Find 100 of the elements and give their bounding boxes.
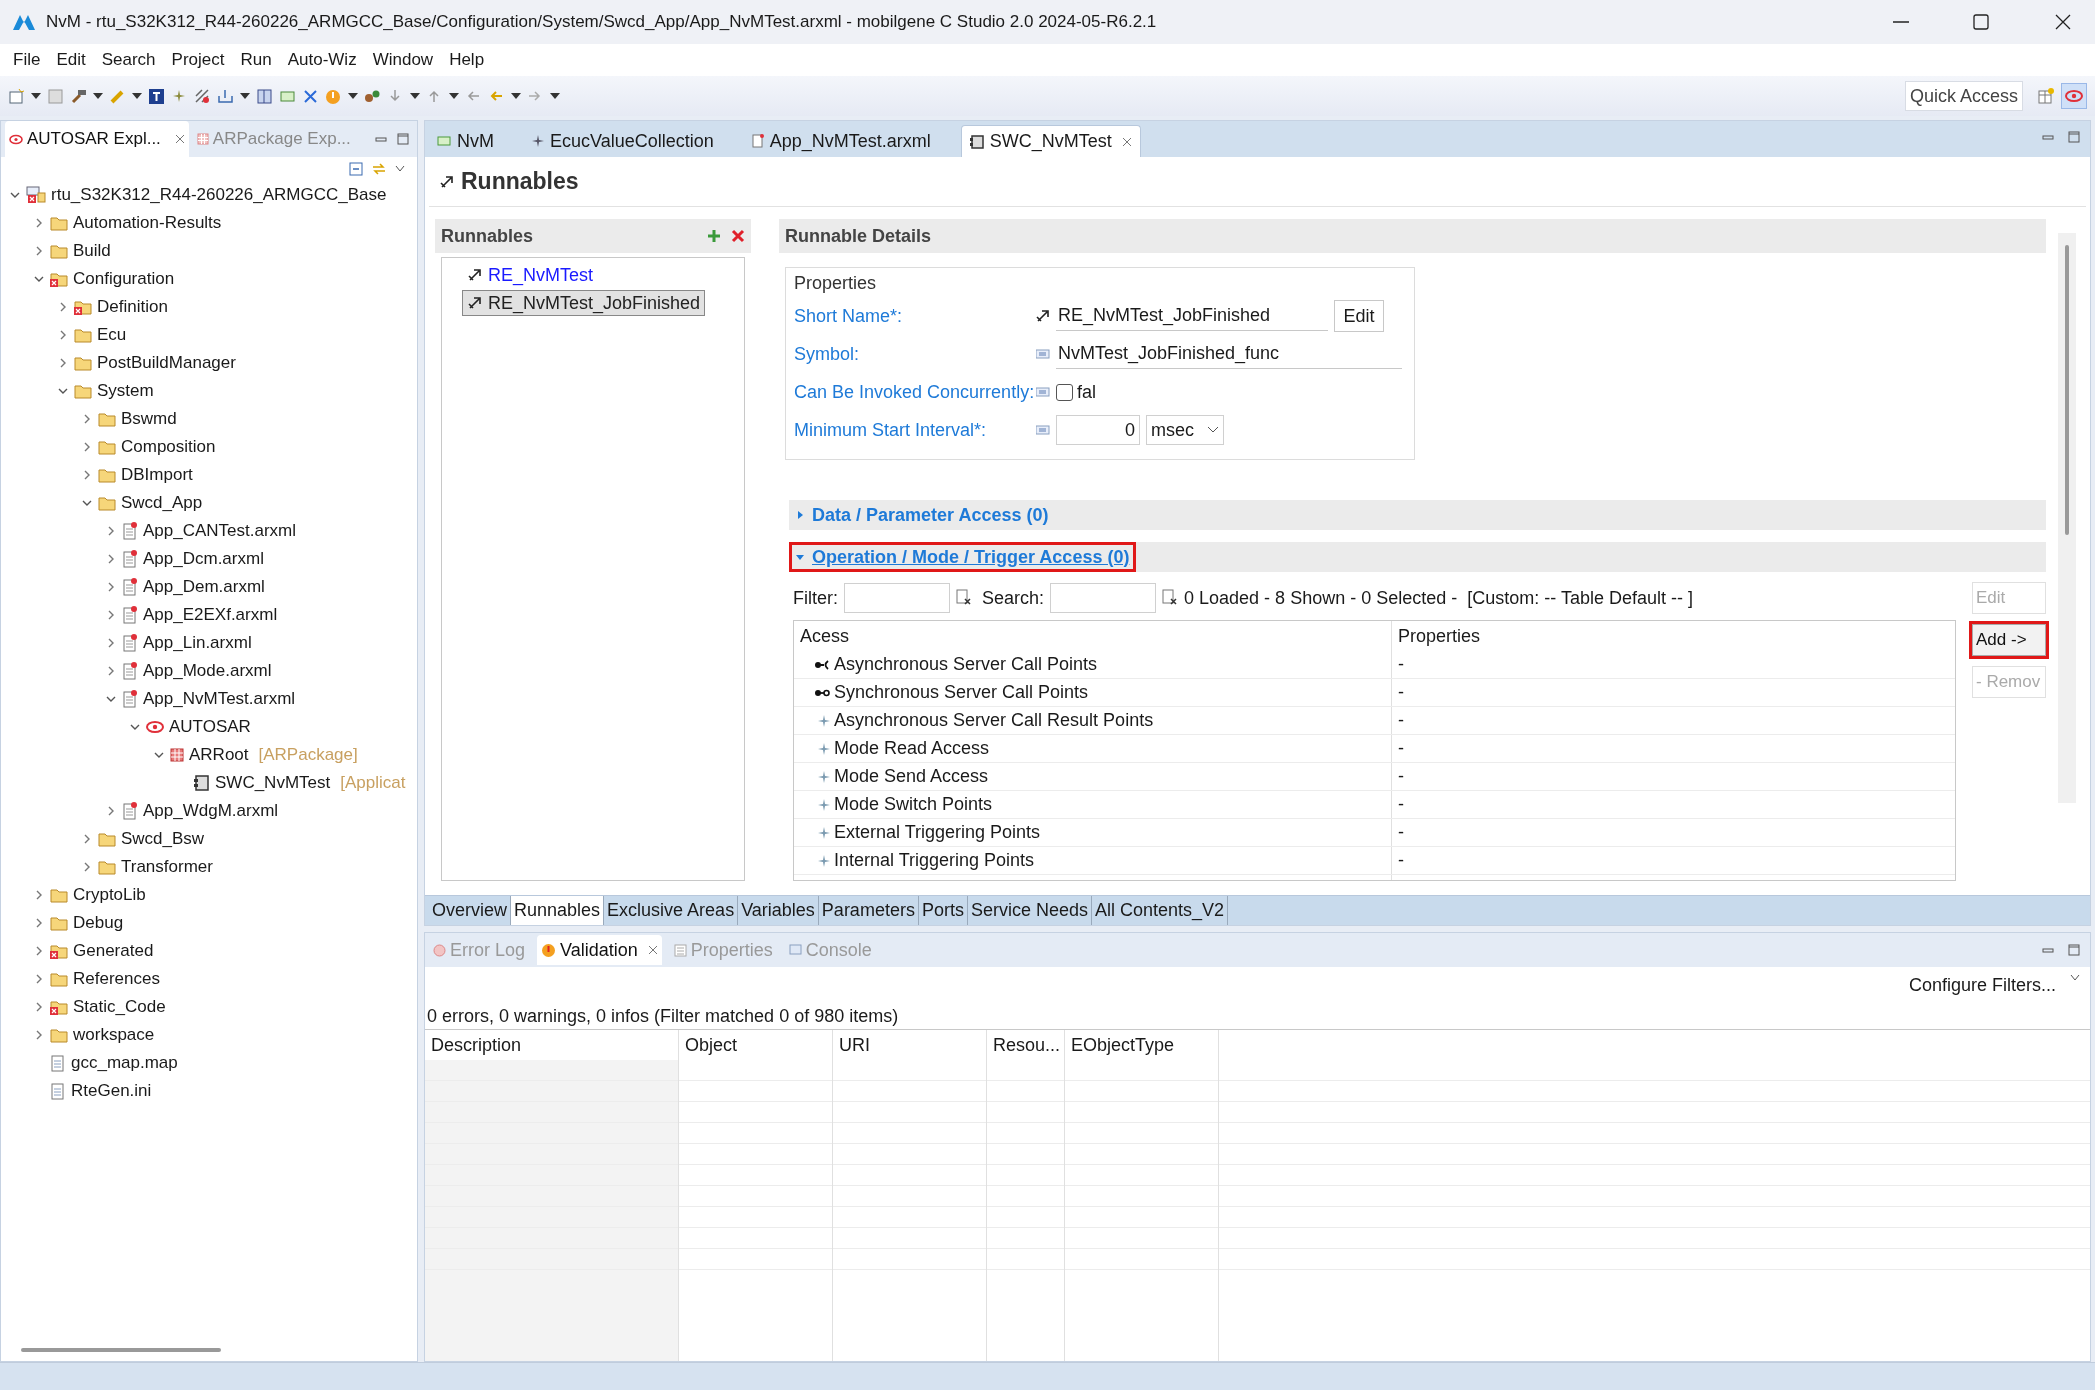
tree-item[interactable]: Bswmd [9, 405, 417, 433]
search-field[interactable] [1050, 583, 1157, 613]
warning-tool[interactable] [325, 87, 342, 105]
runnable-item[interactable]: RE_NvMTest [462, 262, 599, 288]
hatch-tool[interactable] [194, 87, 211, 105]
checkbox[interactable] [1056, 383, 1073, 401]
tree-item[interactable]: Static_Code [9, 993, 417, 1021]
tree-item[interactable]: App_E2EXf.arxml [9, 601, 417, 629]
scrollbar-thumb[interactable] [21, 1348, 221, 1352]
tree-item[interactable]: References [9, 965, 417, 993]
maximize-icon [2068, 131, 2080, 143]
text-tool[interactable] [148, 87, 165, 105]
menu-item[interactable]: Run [233, 47, 279, 73]
page-tab[interactable]: All Contents_V2 [1092, 896, 1229, 925]
view-menu-icon [2070, 974, 2080, 982]
tree-item[interactable]: App_CANTest.arxml [9, 517, 417, 545]
tree-item[interactable]: AUTOSAR [9, 713, 417, 741]
menu-item[interactable]: Help [442, 47, 492, 73]
autosar-perspective-button[interactable] [2061, 83, 2087, 109]
page-tab[interactable]: Service Needs [967, 896, 1092, 925]
tree-item[interactable]: App_Dcm.arxml [9, 545, 417, 573]
scrollbar-thumb[interactable] [2065, 245, 2069, 535]
tree-item[interactable]: App_Mode.arxml [9, 657, 417, 685]
table-tool[interactable] [256, 87, 273, 105]
input-field[interactable]: RE_NvMTest_JobFinished [1056, 301, 1328, 331]
property-icon [1036, 349, 1050, 359]
tree-item[interactable]: Generated [9, 937, 417, 965]
editor-tab[interactable]: NvM [429, 125, 502, 157]
editor-tab[interactable]: EcucValueCollection [524, 125, 722, 157]
document-icon [122, 634, 138, 652]
page-tab[interactable]: Variables [738, 896, 819, 925]
properties-icon [673, 943, 687, 957]
delete-button[interactable] [731, 229, 745, 243]
page-tab[interactable]: Ports [918, 896, 968, 925]
menu-item[interactable]: File [6, 47, 48, 73]
save-tool[interactable] [47, 87, 64, 105]
new-tool[interactable] [8, 87, 25, 105]
tree-item[interactable]: App_NvMTest.arxml [9, 685, 417, 713]
tree-item[interactable]: Swcd_App [9, 489, 417, 517]
menu-item[interactable]: Window [365, 47, 441, 73]
unit-dropdown[interactable]: msec [1146, 415, 1224, 445]
project-icon [26, 186, 46, 204]
tree-item[interactable]: Transformer [9, 853, 417, 881]
tree-item[interactable]: Automation-Results [9, 209, 417, 237]
filter-label: Filter: [793, 586, 838, 610]
page-tab[interactable]: Parameters [818, 896, 919, 925]
tree-item[interactable]: rtu_S32K312_R44-260226_ARMGCC_Base [9, 181, 417, 209]
column-header[interactable]: Object [679, 1030, 832, 1060]
column-header[interactable]: EObjectType [1065, 1030, 1218, 1060]
runnable-item[interactable]: RE_NvMTest_JobFinished [462, 290, 706, 316]
tree-item[interactable]: Swcd_Bsw [9, 825, 417, 853]
view-tab[interactable]: Validation [537, 935, 662, 965]
tree-item[interactable]: SWC_NvMTest [Applicat [9, 769, 417, 797]
column-header[interactable]: Resou... [987, 1030, 1064, 1060]
menu-item[interactable]: Project [164, 47, 232, 73]
tree-item[interactable]: Ecu [9, 321, 417, 349]
tree-item[interactable]: ARRoot [ARPackage] [9, 741, 417, 769]
column-header[interactable]: Acess [794, 621, 1392, 651]
column-header[interactable]: Properties [1392, 622, 1487, 650]
tree-item[interactable]: Configuration [9, 265, 417, 293]
tree-item[interactable]: App_Dem.arxml [9, 573, 417, 601]
filter-field[interactable] [844, 583, 950, 613]
menu-item[interactable]: Edit [49, 47, 93, 73]
tree-item[interactable]: App_WdgM.arxml [9, 797, 417, 825]
add-button[interactable] [707, 229, 721, 243]
document-icon [50, 1054, 66, 1072]
section-toggle[interactable]: Operation / Mode / Trigger Access (0) [789, 542, 1137, 572]
menu-item[interactable]: Search [94, 47, 163, 73]
tree-item[interactable]: App_Lin.arxml [9, 629, 417, 657]
tree-item[interactable]: DBImport [9, 461, 417, 489]
view-tab[interactable]: AUTOSAR Expl... [5, 121, 189, 157]
side-button[interactable]: Add -> [1972, 624, 2046, 656]
tree-item[interactable]: Debug [9, 909, 417, 937]
tree-item[interactable]: CryptoLib [9, 881, 417, 909]
input-field[interactable]: 0 [1056, 415, 1140, 445]
page-tab[interactable]: Runnables [511, 896, 605, 925]
tray-tool[interactable] [217, 87, 234, 105]
input-field[interactable]: NvMTest_JobFinished_func [1056, 339, 1402, 369]
tree-item[interactable]: PostBuildManager [9, 349, 417, 377]
sparkle-icon [818, 826, 830, 839]
hammer-tool[interactable] [70, 87, 87, 105]
configure-filters-link[interactable]: Configure Filters... [1908, 971, 2056, 999]
tree-item[interactable]: RteGen.ini [9, 1077, 417, 1105]
quick-access-field[interactable]: Quick Access [1904, 81, 2023, 111]
page-tab[interactable]: Exclusive Areas [604, 896, 739, 925]
menu-item[interactable]: Auto-Wiz [280, 47, 364, 73]
tree-item[interactable]: System [9, 377, 417, 405]
column-header[interactable]: Description [425, 1030, 678, 1060]
tree-item[interactable]: Definition [9, 293, 417, 321]
tree-item[interactable]: Composition [9, 433, 417, 461]
clear-icon [956, 589, 972, 607]
folder-error-icon [50, 999, 68, 1015]
column-header[interactable]: URI [833, 1030, 986, 1060]
editor-tab[interactable]: SWC_NvMTest [960, 125, 1141, 157]
editor-tab[interactable]: App_NvMTest.arxml [743, 125, 939, 157]
tree-item[interactable]: workspace [9, 1021, 417, 1049]
edit-button[interactable]: Edit [1334, 300, 1384, 332]
call-point-icon [814, 658, 830, 671]
tree-item[interactable]: gcc_map.map [9, 1049, 417, 1077]
tree-item[interactable]: Build [9, 237, 417, 265]
